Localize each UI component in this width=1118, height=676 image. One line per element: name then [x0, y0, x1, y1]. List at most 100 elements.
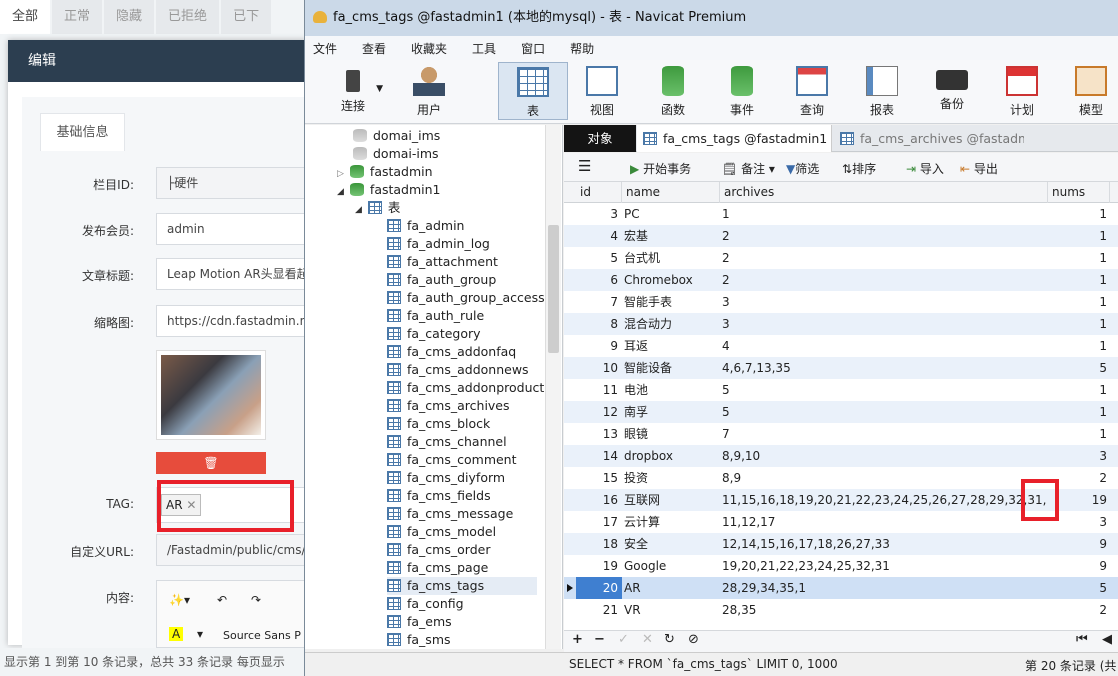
tree-item-db[interactable]: domai-ims — [353, 145, 439, 163]
cell-nums[interactable]: 9 — [1050, 555, 1107, 577]
table-row[interactable]: 10 智能设备 4,6,7,13,35 5 — [564, 357, 1118, 379]
chevron-down-icon[interactable]: ▾ — [197, 627, 203, 641]
undo-icon[interactable]: ↶ — [217, 593, 227, 607]
tree-item-table[interactable]: fa_admin — [387, 217, 537, 235]
table-row[interactable]: 4 宏基 2 1 — [564, 225, 1118, 247]
cell-archives[interactable]: 3 — [722, 291, 1047, 313]
cell-archives[interactable]: 2 — [722, 225, 1047, 247]
cell-id[interactable]: 17 — [576, 511, 622, 533]
cell-id[interactable]: 19 — [576, 555, 622, 577]
cell-id[interactable]: 11 — [576, 379, 622, 401]
cell-archives[interactable]: 5 — [722, 379, 1047, 401]
cell-nums[interactable]: 1 — [1050, 203, 1107, 225]
tree-scrollbar-thumb[interactable] — [548, 225, 559, 353]
cell-name[interactable]: 眼镜 — [624, 423, 719, 445]
tree-item-table[interactable]: fa_cms_comment — [387, 451, 537, 469]
tree-item-db[interactable]: ◢ fastadmin1 — [337, 181, 441, 199]
tree-item-table[interactable]: fa_sms — [387, 631, 537, 649]
view-button[interactable]: 视图 — [572, 62, 632, 120]
chevron-right-icon[interactable]: ▷ — [337, 169, 344, 179]
cell-nums[interactable]: 5 — [1050, 577, 1107, 599]
tree-item-table[interactable]: fa_cms_fields — [387, 487, 537, 505]
table-row[interactable]: 9 耳返 4 1 — [564, 335, 1118, 357]
cell-nums[interactable]: 1 — [1050, 247, 1107, 269]
tree-item-table[interactable]: fa_category — [387, 325, 537, 343]
cell-archives[interactable]: 1 — [722, 203, 1047, 225]
cell-nums[interactable]: 1 — [1050, 225, 1107, 247]
cell-archives[interactable]: 28,29,34,35,1 — [722, 577, 1047, 599]
cell-nums[interactable]: 1 — [1050, 313, 1107, 335]
cell-archives[interactable]: 8,9,10 — [722, 445, 1047, 467]
cell-name[interactable]: 云计算 — [624, 511, 719, 533]
tree-item-table[interactable]: fa_cms_addonfaq — [387, 343, 537, 361]
tab-objects[interactable]: 对象 — [564, 125, 636, 152]
table-row[interactable]: 20 AR 28,29,34,35,1 5 — [564, 577, 1118, 599]
cell-id[interactable]: 3 — [576, 203, 622, 225]
report-button[interactable]: 报表 — [852, 62, 912, 120]
cell-nums[interactable]: 1 — [1050, 379, 1107, 401]
cell-nums[interactable]: 1 — [1050, 335, 1107, 357]
table-button[interactable]: 表 — [498, 62, 568, 120]
highlight-icon[interactable]: A — [169, 627, 184, 641]
begin-transaction-button[interactable]: ▶ 开始事务 — [630, 160, 691, 177]
model-button[interactable]: 模型 — [1061, 62, 1118, 120]
menu-file[interactable]: 文件 — [313, 40, 337, 57]
menu-help[interactable]: 帮助 — [570, 40, 594, 57]
table-row[interactable]: 6 Chromebox 2 1 — [564, 269, 1118, 291]
tree-item-db[interactable]: ▷ fastadmin — [337, 163, 433, 181]
menu-view[interactable]: 查看 — [362, 40, 386, 57]
cell-nums[interactable]: 1 — [1050, 423, 1107, 445]
cell-name[interactable]: 耳返 — [624, 335, 719, 357]
tree-item-table[interactable]: fa_cms_order — [387, 541, 537, 559]
cell-name[interactable]: 智能手表 — [624, 291, 719, 313]
sort-button[interactable]: ⇅排序 — [842, 160, 876, 177]
tree-scrollbar[interactable] — [545, 125, 561, 649]
cell-id[interactable]: 20 — [576, 577, 622, 599]
cell-id[interactable]: 6 — [576, 269, 622, 291]
url-input[interactable]: /Fastadmin/public/cms/a — [156, 534, 316, 566]
menu-window[interactable]: 窗口 — [521, 40, 545, 57]
add-record-icon[interactable]: + — [572, 632, 583, 647]
cell-name[interactable]: 互联网 — [624, 489, 719, 511]
tree-item-table[interactable]: fa_admin_log — [387, 235, 537, 253]
cell-id[interactable]: 4 — [576, 225, 622, 247]
tree-item-table[interactable]: fa_attachment — [387, 253, 537, 271]
event-button[interactable]: 事件 — [712, 62, 772, 120]
tree-item-table[interactable]: fa_cms_block — [387, 415, 537, 433]
tree-item-table[interactable]: fa_cms_message — [387, 505, 537, 523]
cell-id[interactable]: 7 — [576, 291, 622, 313]
export-button[interactable]: ⇤ 导出 — [960, 160, 998, 177]
menu-favorites[interactable]: 收藏夹 — [411, 40, 447, 57]
tab-fa-cms-archives[interactable]: fa_cms_archives @fastadmi... — [834, 125, 1024, 152]
chevron-down-icon[interactable]: ▼ — [376, 84, 383, 94]
tree-item-table[interactable]: fa_cms_tags — [387, 577, 537, 595]
title-input[interactable]: Leap Motion AR头显看起 — [156, 258, 316, 290]
tree-item-table[interactable]: fa_cms_addonproduct — [387, 379, 544, 397]
table-row[interactable]: 11 电池 5 1 — [564, 379, 1118, 401]
cell-name[interactable]: 安全 — [624, 533, 719, 555]
cell-archives[interactable]: 2 — [722, 247, 1047, 269]
table-row[interactable]: 5 台式机 2 1 — [564, 247, 1118, 269]
tree-item-table[interactable]: fa_cms_addonnews — [387, 361, 537, 379]
tab-offline[interactable]: 已下 — [221, 0, 272, 34]
cell-name[interactable]: 宏基 — [624, 225, 719, 247]
stop-icon[interactable]: ⊘ — [688, 632, 699, 647]
table-row[interactable]: 14 dropbox 8,9,10 3 — [564, 445, 1118, 467]
tab-all[interactable]: 全部 — [0, 0, 51, 34]
cell-archives[interactable]: 12,14,15,16,17,18,26,27,33 — [722, 533, 1047, 555]
table-row[interactable]: 19 Google 19,20,21,22,23,24,25,32,31 9 — [564, 555, 1118, 577]
cell-name[interactable]: Chromebox — [624, 269, 719, 291]
chevron-down-icon[interactable]: ◢ — [337, 187, 344, 197]
delete-image-button[interactable]: 🗑 — [156, 452, 266, 474]
cell-archives[interactable]: 2 — [722, 269, 1047, 291]
tree-item-table[interactable]: fa_cms_model — [387, 523, 537, 541]
tree-item-table[interactable]: fa_cms_page — [387, 559, 537, 577]
cell-archives[interactable]: 28,35 — [722, 599, 1047, 621]
cell-id[interactable]: 14 — [576, 445, 622, 467]
cell-archives[interactable]: 11,12,17 — [722, 511, 1047, 533]
tab-basic-info[interactable]: 基础信息 — [40, 113, 125, 151]
table-row[interactable]: 18 安全 12,14,15,16,17,18,26,27,33 9 — [564, 533, 1118, 555]
note-button[interactable]: 🗒 备注 ▾ — [722, 160, 775, 177]
cell-archives[interactable]: 4,6,7,13,35 — [722, 357, 1047, 379]
menu-tools[interactable]: 工具 — [472, 40, 496, 57]
